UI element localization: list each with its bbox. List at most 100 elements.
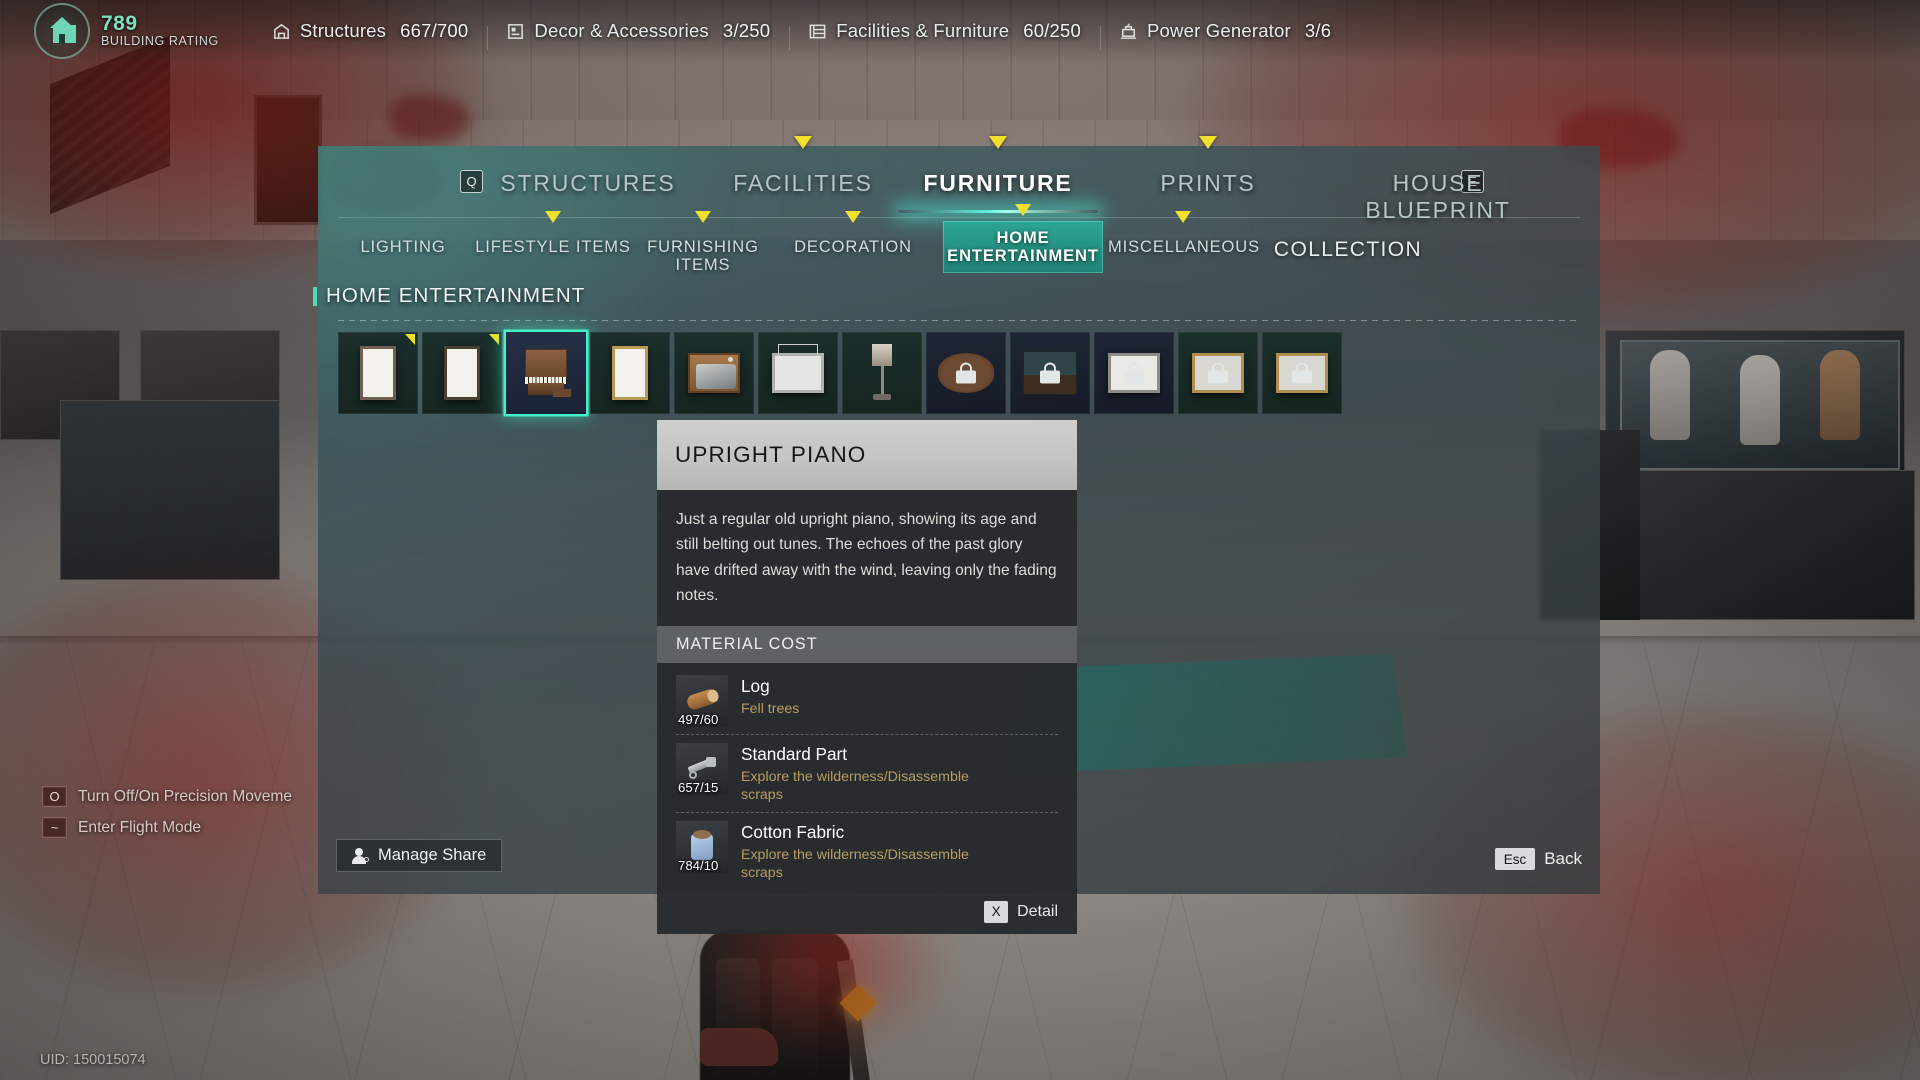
material-list: 497/60 Log Fell trees 657/15 Standard Part Ex…: [657, 663, 1077, 890]
main-tab-label: PRINTS: [1160, 170, 1256, 196]
key-hint-x: X: [984, 900, 1009, 923]
uid-label: UID: 150015074: [40, 1052, 146, 1068]
item-detail-card: UPRIGHT PIANO Just a regular old upright…: [657, 420, 1077, 934]
stat-name: Decor & Accessories: [534, 20, 709, 41]
material-source: Explore the wilderness/Disassemble scrap…: [741, 846, 969, 882]
grid-item-framed-picture-portrait[interactable]: [338, 332, 418, 414]
material-source: Fell trees: [741, 701, 800, 717]
tab-marker-icon: [794, 136, 812, 149]
sub-tab-label: LIGHTING: [360, 238, 446, 256]
control-hint: O Turn Off/On Precision Moveme: [42, 786, 292, 807]
grid-item-hanging-mirror[interactable]: [758, 332, 838, 414]
grid-item-upright-piano[interactable]: [506, 332, 586, 414]
grid-item-retro-television[interactable]: [674, 332, 754, 414]
stat-value: 667/700: [400, 20, 469, 41]
decor-icon: [506, 22, 525, 41]
tab-marker-icon: [1015, 204, 1031, 216]
stat-value: 3/250: [722, 20, 771, 41]
back-label: Back: [1544, 849, 1582, 868]
material-row: 784/10 Cotton Fabric Explore the wildernes…: [676, 811, 1058, 890]
sub-tab-bar: LIGHTING LIFESTYLE ITEMS FURNISHING ITEMS DE…: [318, 204, 1600, 276]
grid-item-locked-sofa[interactable]: [926, 332, 1006, 414]
active-tab-underline: [898, 210, 1098, 213]
sub-tab-label: HOME ENTERTAINMENT: [947, 228, 1099, 265]
main-tab-label: FURNITURE: [923, 170, 1073, 196]
main-tab-label: HOUSE BLUEPRINT: [1365, 170, 1511, 223]
manage-share-label: Manage Share: [378, 846, 487, 864]
main-tab-facilities[interactable]: FACILITIES: [708, 136, 898, 207]
hint-text: Turn Off/On Precision Moveme: [78, 787, 293, 805]
main-tab-label: FACILITIES: [733, 170, 873, 196]
grid-item-framed-picture-gold[interactable]: [590, 332, 670, 414]
sub-tab-miscellaneous[interactable]: MISCELLANEOUS: [1108, 211, 1260, 266]
main-tabs: STRUCTURES FACILITIES FURNITURE PRINTS HOUSE…: [318, 136, 1600, 222]
tab-marker-icon: [695, 211, 711, 223]
sub-tab-label: MISCELLANEOUS: [1108, 238, 1260, 256]
section-accent-bar: [313, 286, 317, 306]
fabric-icon: 784/10: [676, 820, 728, 873]
sub-tab-collection[interactable]: COLLECTION: [1263, 228, 1433, 271]
main-tab-bar: Q E STRUCTURES FACILITIES FURNITURE PRINTS H…: [318, 136, 1600, 222]
facilities-icon: [808, 22, 827, 41]
stat-value: 3/6: [1304, 20, 1332, 41]
lock-icon: [1124, 362, 1144, 384]
lock-icon: [1040, 362, 1060, 384]
sub-tab-label: DECORATION: [794, 238, 912, 256]
sub-tab-label: COLLECTION: [1273, 238, 1423, 261]
section-header: HOME ENTERTAINMENT: [313, 274, 1600, 318]
sub-tab-label: FURNISHING ITEMS: [647, 238, 759, 275]
material-row: 657/15 Standard Part Explore the wildernes…: [676, 734, 1058, 812]
material-source: Explore the wilderness/Disassemble scrap…: [741, 769, 969, 804]
building-rating-value: 789: [101, 12, 138, 36]
key-hint: ~: [42, 817, 67, 838]
stat-group: Structures 667/700 Decor & Accessories 3/25…: [253, 20, 1350, 50]
main-tab-furniture[interactable]: FURNITURE: [898, 136, 1098, 213]
grid-item-floor-lamp[interactable]: [842, 332, 922, 414]
sub-tab-label: LIFESTYLE ITEMS: [475, 238, 631, 256]
back-control[interactable]: Esc Back: [1494, 848, 1582, 870]
section-divider: [338, 320, 1580, 321]
sub-tab-decoration[interactable]: DECORATION: [773, 211, 933, 266]
control-hint: ~ Enter Flight Mode: [42, 817, 292, 838]
new-item-marker-icon: [489, 334, 499, 345]
sub-tab-home-entertainment[interactable]: HOME ENTERTAINMENT: [943, 204, 1103, 273]
main-tab-structures[interactable]: STRUCTURES: [468, 160, 708, 207]
detail-description: Just a regular old upright piano, showin…: [676, 511, 1057, 604]
tab-marker-icon: [1199, 136, 1217, 149]
manage-share-button[interactable]: Manage Share: [336, 839, 503, 872]
sub-tab-lifestyle-items[interactable]: LIFESTYLE ITEMS: [473, 211, 633, 266]
grid-item-locked-kitchen-unit[interactable]: [1010, 332, 1090, 414]
item-grid: [338, 332, 1342, 414]
detail-footer[interactable]: X Detail: [657, 889, 1077, 934]
new-item-marker-icon: [405, 334, 415, 345]
building-rating-label: BUILDING RATING: [101, 34, 219, 49]
main-tab-prints[interactable]: PRINTS: [1118, 136, 1298, 207]
lock-icon: [1208, 362, 1228, 384]
part-icon: 657/15: [676, 743, 728, 795]
grid-item-locked-painting-3[interactable]: [1262, 332, 1342, 414]
top-status-bar: 789 BUILDING RATING Structures 667/700 Dec…: [0, 0, 1920, 62]
grid-item-locked-painting-2[interactable]: [1178, 332, 1258, 414]
grid-item-framed-picture-portrait-dark[interactable]: [422, 332, 502, 414]
grid-item-locked-painting-1[interactable]: [1094, 332, 1174, 414]
material-name: Standard Part: [741, 744, 848, 764]
main-tab-label: STRUCTURES: [500, 170, 676, 196]
detail-title: UPRIGHT PIANO: [675, 442, 867, 467]
material-name: Log: [741, 676, 770, 696]
control-hints: O Turn Off/On Precision Moveme ~ Enter Flig…: [42, 786, 292, 848]
stat-decor: Decor & Accessories 3/250: [487, 20, 789, 50]
material-cost-header: MATERIAL COST: [657, 626, 1077, 663]
material-quantity: 497/60: [678, 712, 719, 727]
stat-structures: Structures 667/700: [253, 20, 488, 42]
power-icon: [1119, 22, 1138, 41]
sub-tab-lighting[interactable]: LIGHTING: [338, 228, 468, 266]
stat-name: Power Generator: [1147, 20, 1291, 41]
tab-marker-icon: [1175, 211, 1191, 223]
stat-name: Facilities & Furniture: [836, 20, 1010, 41]
hint-text: Enter Flight Mode: [78, 818, 202, 836]
detail-header: UPRIGHT PIANO: [657, 420, 1077, 490]
section-title: HOME ENTERTAINMENT: [326, 284, 586, 307]
material-quantity: 784/10: [678, 857, 719, 873]
detail-body: Just a regular old upright piano, showin…: [657, 490, 1077, 626]
material-row: 497/60 Log Fell trees: [676, 667, 1058, 734]
